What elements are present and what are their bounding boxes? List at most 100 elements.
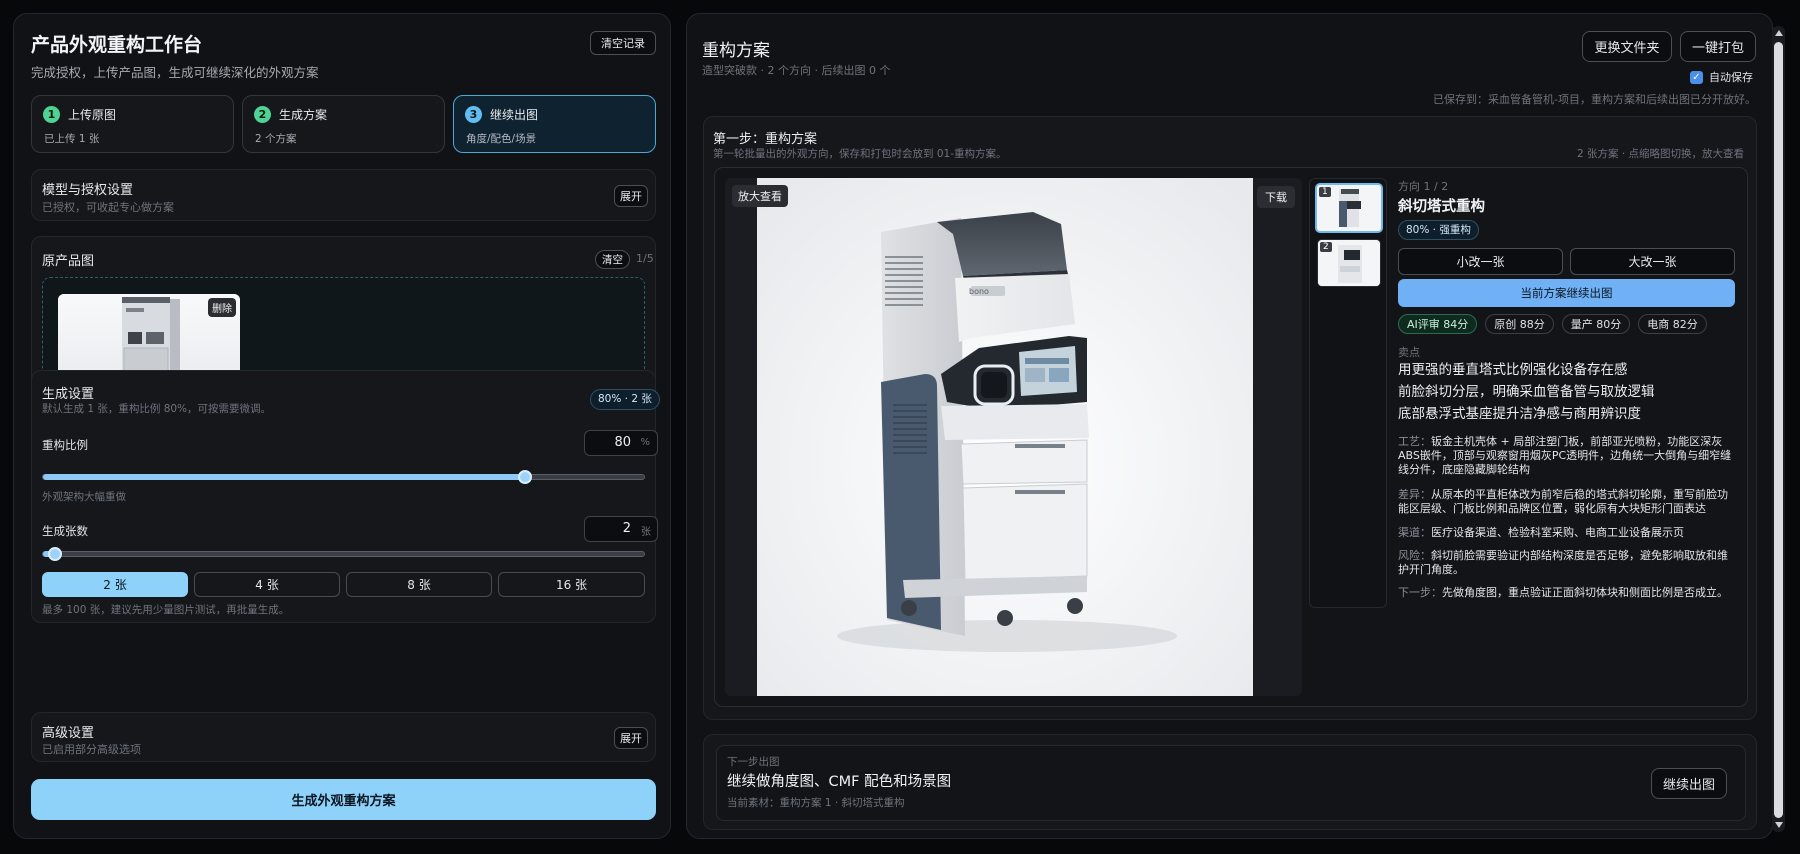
right-panel: 重构方案 造型突破款 · 2 个方向 · 后续出图 0 个 更换文件夹 一键打包… bbox=[686, 13, 1773, 839]
ratio-input[interactable]: 80 % bbox=[584, 430, 658, 456]
thumbnail-2[interactable]: 2 bbox=[1317, 239, 1381, 287]
model-settings-card: 模型与授权设置 已授权，可收起专心做方案 展开 bbox=[31, 169, 656, 221]
qty-option-8[interactable]: 8 张 bbox=[346, 572, 492, 597]
step1-subtitle: 第一轮批量出的外观方向，保存和打包时会放到 01-重构方案。 bbox=[713, 148, 1007, 160]
left-panel: 产品外观重构工作台 完成授权，上传产品图，生成可继续深化的外观方案 清空记录 1… bbox=[13, 13, 671, 839]
saved-to-text: 已保存到：采血管备管机-项目，重构方案和后续出图已分开放好。 bbox=[1433, 93, 1756, 106]
continue-current-button[interactable]: 当前方案继续出图 bbox=[1398, 279, 1735, 307]
risk-text: 斜切前脸需要验证内部结构深度是否足够，避免影响取放和维护开门角度。 bbox=[1398, 549, 1728, 576]
qty-option-16[interactable]: 16 张 bbox=[498, 572, 645, 597]
advanced-settings-sub: 已启用部分高级选项 bbox=[42, 743, 141, 756]
model-settings-expand-button[interactable]: 展开 bbox=[614, 185, 648, 207]
zoom-view-button[interactable]: 放大查看 bbox=[732, 185, 788, 207]
scrollbar-thumb[interactable] bbox=[1774, 42, 1783, 818]
direction-name: 斜切塔式重构 bbox=[1398, 199, 1485, 215]
channel-text: 医疗设备渠道、检验科室采购、电商工业设备展示页 bbox=[1431, 526, 1684, 539]
step-card-upload[interactable]: 1 上传原图 已上传 1 张 bbox=[31, 95, 234, 153]
step1-hint: 2 张方案 · 点缩略图切换，放大查看 bbox=[1576, 148, 1744, 160]
plan-title: 重构方案 bbox=[702, 41, 770, 61]
thumbnail-strip: 1 2 bbox=[1309, 178, 1387, 608]
step-sub-generate: 2 个方案 bbox=[255, 133, 297, 145]
autosave-toggle[interactable]: ✓ 自动保存 bbox=[1690, 69, 1753, 85]
original-image-clear-button[interactable]: 清空 bbox=[595, 250, 630, 269]
download-button[interactable]: 下载 bbox=[1257, 186, 1295, 208]
step-sub-upload: 已上传 1 张 bbox=[44, 133, 100, 145]
clear-history-button[interactable]: 清空记录 bbox=[590, 31, 656, 55]
ratio-label: 重构比例 bbox=[42, 438, 88, 452]
pack-all-button[interactable]: 一键打包 bbox=[1680, 31, 1756, 62]
craft-label: 工艺： bbox=[1398, 435, 1431, 448]
risk-info: 风险：斜切前脸需要验证内部结构深度是否足够，避免影响取放和维护开门角度。 bbox=[1398, 549, 1738, 577]
step-card-generate[interactable]: 2 生成方案 2 个方案 bbox=[242, 95, 445, 153]
step-title-upload: 上传原图 bbox=[68, 108, 117, 122]
step1-plan-card: 第一步：重构方案 第一轮批量出的外观方向，保存和打包时会放到 01-重构方案。 … bbox=[703, 116, 1757, 720]
ratio-unit: % bbox=[640, 437, 650, 448]
step-card-continue[interactable]: 3 继续出图 角度/配色/场景 bbox=[453, 95, 656, 153]
selling-point-3: 底部悬浮式基座提升洁净感与商用辨识度 bbox=[1398, 406, 1641, 422]
qty-option-2[interactable]: 2 张 bbox=[42, 572, 188, 597]
model-settings-sub: 已授权，可收起专心做方案 bbox=[42, 201, 174, 214]
selling-point-2: 前脸斜切分层，明确采血管备管与取放逻辑 bbox=[1398, 384, 1655, 400]
thumbnail-2-index: 2 bbox=[1320, 242, 1332, 252]
score-production: 量产 80分 bbox=[1561, 314, 1631, 334]
direction-index: 方向 1 / 2 bbox=[1398, 180, 1449, 193]
plan-details: 方向 1 / 2 斜切塔式重构 80% · 强重构 小改一张 大改一张 当前方案… bbox=[1395, 178, 1741, 698]
advanced-settings-expand-button[interactable]: 展开 bbox=[614, 727, 648, 749]
next-output-label: 下一步出图 bbox=[727, 756, 780, 768]
craft-info: 工艺：钣金主机壳体 + 局部注塑门板，前部亚光喷粉，功能区深灰ABS嵌件，顶部与… bbox=[1398, 435, 1738, 477]
machine-brand-label: bono bbox=[969, 287, 989, 296]
qty-option-4[interactable]: 4 张 bbox=[194, 572, 340, 597]
scroll-up-arrow-icon[interactable] bbox=[1775, 30, 1783, 36]
plan-subtitle: 造型突破款 · 2 个方向 · 后续出图 0 个 bbox=[702, 64, 891, 77]
delete-image-button[interactable]: 删除 bbox=[208, 298, 236, 317]
count-label: 生成张数 bbox=[42, 524, 88, 538]
big-change-button[interactable]: 大改一张 bbox=[1570, 248, 1735, 275]
selling-label: 卖点 bbox=[1398, 346, 1420, 359]
machine-render-image: bono bbox=[757, 178, 1253, 696]
step-number-2: 2 bbox=[254, 106, 271, 123]
strength-badge: 80% · 强重构 bbox=[1398, 220, 1479, 240]
next-step-label: 下一步： bbox=[1398, 586, 1442, 599]
ratio-slider[interactable] bbox=[42, 470, 645, 484]
step-title-continue: 继续出图 bbox=[490, 108, 539, 122]
count-input[interactable]: 2 张 bbox=[584, 516, 658, 542]
diff-info: 差异：从原本的平直柜体改为前窄后稳的塔式斜切轮廓，重写前脸功能区层级、门板比例和… bbox=[1398, 488, 1738, 516]
channel-label: 渠道： bbox=[1398, 526, 1431, 539]
score-original: 原创 88分 bbox=[1485, 314, 1554, 334]
next-output-card: 下一步出图 继续做角度图、CMF 配色和场景图 当前素材：重构方案 1 · 斜切… bbox=[703, 734, 1757, 830]
page-scrollbar[interactable] bbox=[1772, 26, 1785, 832]
count-slider[interactable] bbox=[42, 547, 645, 561]
scroll-down-arrow-icon[interactable] bbox=[1775, 822, 1783, 828]
next-output-sub: 当前素材：重构方案 1 · 斜切塔式重构 bbox=[727, 797, 905, 809]
generation-note: 最多 100 张，建议先用少量图片测试，再批量生成。 bbox=[42, 604, 290, 616]
risk-label: 风险： bbox=[1398, 549, 1431, 562]
generation-settings-title: 生成设置 bbox=[42, 387, 95, 402]
thumbnail-1-index: 1 bbox=[1319, 187, 1331, 197]
diff-label: 差异： bbox=[1398, 488, 1431, 501]
workbench-title: 产品外观重构工作台 bbox=[31, 34, 203, 56]
step-number-3: 3 bbox=[465, 106, 482, 123]
craft-text: 钣金主机壳体 + 局部注塑门板，前部亚光喷粉，功能区深灰ABS嵌件，顶部与观察窗… bbox=[1398, 435, 1732, 476]
step-sub-continue: 角度/配色/场景 bbox=[466, 133, 537, 145]
next-step-info: 下一步：先做角度图，重点验证正面斜切体块和侧面比例是否成立。 bbox=[1398, 586, 1738, 600]
autosave-checkbox-icon[interactable]: ✓ bbox=[1690, 70, 1703, 84]
step-title-generate: 生成方案 bbox=[279, 108, 328, 122]
step-number-1: 1 bbox=[43, 106, 60, 123]
generation-settings-badge: 80% · 2 张 bbox=[590, 389, 660, 410]
next-output-inner: 下一步出图 继续做角度图、CMF 配色和场景图 当前素材：重构方案 1 · 斜切… bbox=[716, 745, 1746, 821]
image-viewer[interactable]: bono 放大查看 下载 bbox=[725, 178, 1302, 696]
ratio-slider-handle[interactable] bbox=[518, 470, 532, 484]
render-canvas: bono bbox=[757, 178, 1253, 696]
count-value: 2 bbox=[622, 521, 631, 536]
count-slider-handle[interactable] bbox=[48, 547, 62, 561]
plan-detail-box: bono 放大查看 下载 1 2 方向 1 / 2 斜切塔式重构 80% · 强… bbox=[714, 167, 1748, 707]
change-folder-button[interactable]: 更换文件夹 bbox=[1582, 31, 1672, 62]
generate-button[interactable]: 生成外观重构方案 bbox=[31, 779, 656, 820]
small-change-button[interactable]: 小改一张 bbox=[1398, 248, 1563, 275]
advanced-settings-card: 高级设置 已启用部分高级选项 展开 bbox=[31, 712, 656, 762]
score-chips: AI评审 84分 原创 88分 量产 80分 电商 82分 bbox=[1398, 314, 1715, 334]
diff-text: 从原本的平直柜体改为前窄后稳的塔式斜切轮廓，重写前脸功能区层级、门板比例和品牌区… bbox=[1398, 488, 1728, 515]
score-ecommerce: 电商 82分 bbox=[1638, 314, 1707, 334]
thumbnail-1[interactable]: 1 bbox=[1315, 183, 1383, 233]
continue-output-button[interactable]: 继续出图 bbox=[1651, 768, 1727, 799]
